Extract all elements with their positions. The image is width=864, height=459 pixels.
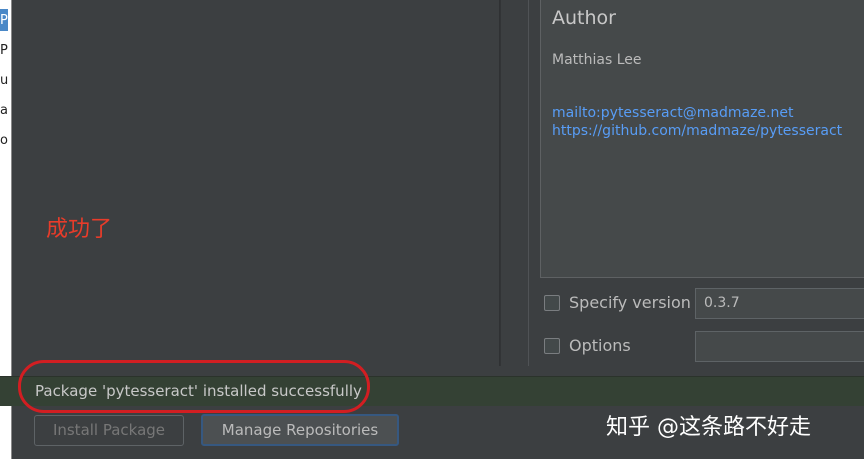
- success-annotation: 成功了: [46, 217, 113, 242]
- sidebar-fragment: o: [0, 133, 8, 148]
- package-list[interactable]: [30, 0, 500, 366]
- options-checkbox[interactable]: [544, 338, 560, 354]
- author-email-link[interactable]: mailto:pytesseract@madmaze.net: [552, 105, 793, 121]
- sidebar-fragment: P: [0, 43, 8, 58]
- options-input[interactable]: [695, 331, 864, 362]
- highlight-ellipse: [18, 360, 370, 413]
- watermark: 知乎 @这条路不好走: [606, 415, 811, 440]
- description-title: Author: [552, 7, 616, 29]
- panel-splitter[interactable]: [528, 0, 540, 366]
- package-list-scrollbar[interactable]: [500, 0, 528, 366]
- version-select[interactable]: 0.3.7: [695, 288, 864, 319]
- version-value: 0.3.7: [704, 295, 740, 311]
- install-package-button[interactable]: Install Package: [34, 415, 184, 446]
- sidebar-fragment: a: [0, 103, 8, 118]
- description-panel: [540, 0, 864, 278]
- sidebar-fragment: u: [0, 73, 9, 88]
- sidebar-fragment: P: [0, 13, 8, 28]
- options-label[interactable]: Options: [569, 336, 631, 355]
- specify-version-label[interactable]: Specify version: [569, 293, 691, 312]
- manage-repositories-label: Manage Repositories: [221, 421, 379, 439]
- manage-repositories-button[interactable]: Manage Repositories: [201, 414, 399, 446]
- github-link[interactable]: https://github.com/madmaze/pytesseract: [552, 123, 842, 139]
- specify-version-checkbox[interactable]: [544, 295, 560, 311]
- left-gutter: [12, 0, 30, 366]
- author-name: Matthias Lee: [552, 52, 642, 68]
